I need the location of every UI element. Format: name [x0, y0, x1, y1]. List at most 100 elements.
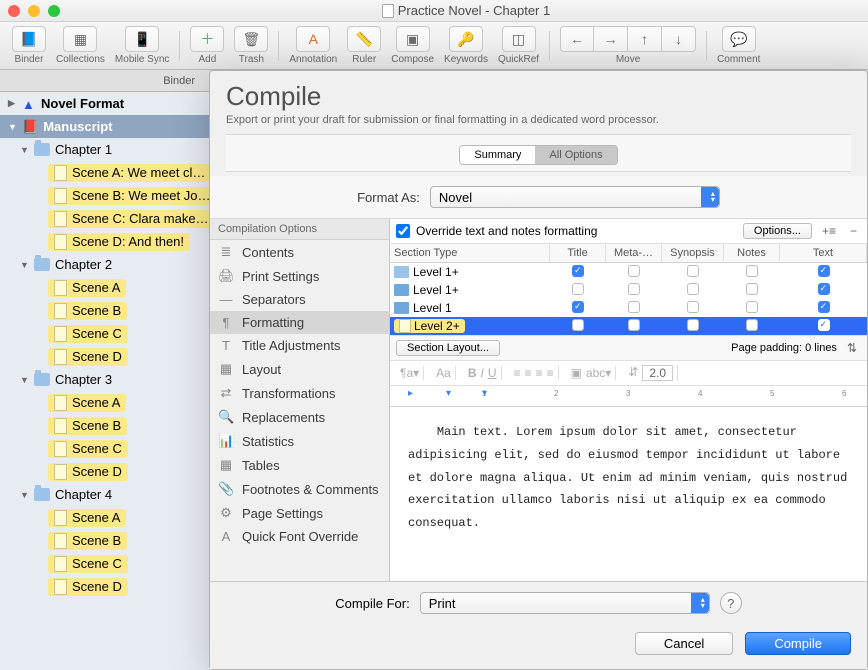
compose-toolbar-button[interactable]: ▣Compose	[387, 26, 438, 65]
ruler-toolbar-button[interactable]: 📏Ruler	[343, 26, 385, 65]
segment-summary[interactable]: Summary	[460, 146, 535, 164]
binder-chapter[interactable]: ▼Chapter 3	[0, 368, 209, 391]
color-button[interactable]: ▣	[571, 366, 582, 380]
checkbox[interactable]	[687, 301, 699, 313]
font-family-control[interactable]: Aa	[436, 366, 451, 380]
checkbox[interactable]	[687, 265, 699, 277]
binder-scene[interactable]: Scene D	[0, 575, 209, 598]
binder-chapter[interactable]: ▼Chapter 2	[0, 253, 209, 276]
checkbox[interactable]	[818, 319, 830, 331]
option-transformations[interactable]: ⇄Transformations	[210, 381, 389, 405]
letter-case-button[interactable]: abc▾	[586, 366, 611, 380]
mobile-sync-toolbar-button[interactable]: 📱Mobile Sync	[111, 26, 173, 65]
binder-scene[interactable]: Scene B	[0, 299, 209, 322]
collections-toolbar-button[interactable]: ▦Collections	[52, 26, 109, 65]
checkbox[interactable]	[572, 283, 584, 295]
option-footnotes-comments[interactable]: 📎Footnotes & Comments	[210, 477, 389, 501]
bold-button[interactable]: B	[468, 366, 477, 380]
checkbox[interactable]	[818, 301, 830, 313]
compile-button[interactable]: Compile	[745, 632, 851, 655]
checkbox[interactable]	[746, 265, 758, 277]
view-segment[interactable]: Summary All Options	[459, 145, 617, 165]
binder-scene[interactable]: Scene C	[0, 437, 209, 460]
level-row[interactable]: Level 1+	[390, 263, 867, 281]
checkbox[interactable]	[628, 319, 640, 331]
binder-scene[interactable]: Scene D	[0, 345, 209, 368]
trash-toolbar-button[interactable]: 🗑Trash	[230, 26, 272, 65]
checkbox[interactable]	[687, 319, 699, 331]
binder-novel-format[interactable]: ▶▲Novel Format	[0, 92, 209, 115]
checkbox[interactable]	[746, 319, 758, 331]
add-toolbar-button[interactable]: ＋Add	[186, 26, 228, 65]
segment-all-options[interactable]: All Options	[535, 146, 616, 164]
close-window-button[interactable]	[8, 5, 20, 17]
binder-scene[interactable]: Scene A	[0, 276, 209, 299]
move-down-button[interactable]: ↓	[662, 26, 696, 52]
move-left-button[interactable]: ←	[560, 26, 594, 52]
checkbox[interactable]	[572, 265, 584, 277]
option-separators[interactable]: —Separators	[210, 288, 389, 311]
option-page-settings[interactable]: ⚙Page Settings	[210, 501, 389, 525]
cancel-button[interactable]: Cancel	[635, 632, 733, 655]
align-justify-button[interactable]: ≡	[547, 366, 554, 380]
page-padding-stepper[interactable]: ⇅	[843, 341, 861, 355]
level-row[interactable]: Level 1+	[390, 281, 867, 299]
option-print-settings[interactable]: 🖨Print Settings	[210, 264, 389, 288]
quickref-toolbar-button[interactable]: ◫QuickRef	[494, 26, 543, 65]
level-row[interactable]: Level 1	[390, 299, 867, 317]
option-tables[interactable]: ▦Tables	[210, 453, 389, 477]
move-up-button[interactable]: ↑	[628, 26, 662, 52]
move-right-button[interactable]: →	[594, 26, 628, 52]
binder-scene[interactable]: Scene C	[0, 552, 209, 575]
zoom-window-button[interactable]	[48, 5, 60, 17]
italic-button[interactable]: I	[481, 366, 484, 380]
checkbox[interactable]	[628, 265, 640, 277]
override-formatting-checkbox[interactable]	[396, 224, 410, 238]
options-button[interactable]: Options...	[743, 223, 812, 239]
minimize-window-button[interactable]	[28, 5, 40, 17]
binder-scene[interactable]: Scene B	[0, 414, 209, 437]
checkbox[interactable]	[818, 265, 830, 277]
binder-toolbar-button[interactable]: 📘Binder	[8, 26, 50, 65]
checkbox[interactable]	[628, 301, 640, 313]
binder-scene[interactable]: Scene D: And then!	[0, 230, 209, 253]
annotation-toolbar-button[interactable]: AAnnotation	[285, 26, 341, 65]
binder-scene[interactable]: Scene C: Clara make…	[0, 207, 209, 230]
checkbox[interactable]	[572, 319, 584, 331]
binder-scene[interactable]: Scene B	[0, 529, 209, 552]
format-as-dropdown[interactable]: Novel▴▾	[430, 186, 720, 208]
underline-button[interactable]: U	[488, 366, 497, 380]
binder-chapter[interactable]: ▼Chapter 1	[0, 138, 209, 161]
binder-chapter[interactable]: ▼Chapter 4	[0, 483, 209, 506]
checkbox[interactable]	[746, 283, 758, 295]
help-button[interactable]: ?	[720, 592, 742, 614]
remove-level-icon[interactable]: −	[846, 224, 861, 238]
binder-scene[interactable]: Scene A	[0, 506, 209, 529]
binder-scene[interactable]: Scene C	[0, 322, 209, 345]
binder-scene[interactable]: Scene A: We meet cl…	[0, 161, 209, 184]
align-right-button[interactable]: ≡	[536, 366, 543, 380]
align-left-button[interactable]: ≡	[514, 366, 521, 380]
option-statistics[interactable]: 📊Statistics	[210, 429, 389, 453]
binder-scene[interactable]: Scene B: We meet Jo…	[0, 184, 209, 207]
binder-scene[interactable]: Scene D	[0, 460, 209, 483]
option-contents[interactable]: ≣Contents	[210, 240, 389, 264]
checkbox[interactable]	[628, 283, 640, 295]
option-layout[interactable]: ▦Layout	[210, 357, 389, 381]
option-quick-font-override[interactable]: AQuick Font Override	[210, 525, 389, 548]
checkbox[interactable]	[818, 283, 830, 295]
align-center-button[interactable]: ≡	[525, 366, 532, 380]
option-replacements[interactable]: 🔍Replacements	[210, 405, 389, 429]
move-toolbar-group[interactable]: ← → ↑ ↓ Move	[556, 26, 700, 65]
paragraph-style-icon[interactable]: ¶a▾	[400, 366, 419, 380]
keywords-toolbar-button[interactable]: 🔑Keywords	[440, 26, 492, 65]
line-spacing-value[interactable]: 2.0	[642, 365, 673, 381]
checkbox[interactable]	[746, 301, 758, 313]
ruler[interactable]: ▸ ▾ 1 ▾ 2 3 4 5 6	[390, 385, 867, 407]
ruler-marker-first-indent[interactable]: ▸	[408, 388, 413, 399]
binder-tab[interactable]: Binder	[0, 71, 209, 91]
comment-toolbar-button[interactable]: 💬Comment	[713, 26, 764, 65]
option-formatting[interactable]: ¶Formatting	[210, 311, 389, 334]
section-layout-button[interactable]: Section Layout...	[396, 340, 500, 356]
option-title-adjustments[interactable]: TTitle Adjustments	[210, 334, 389, 357]
